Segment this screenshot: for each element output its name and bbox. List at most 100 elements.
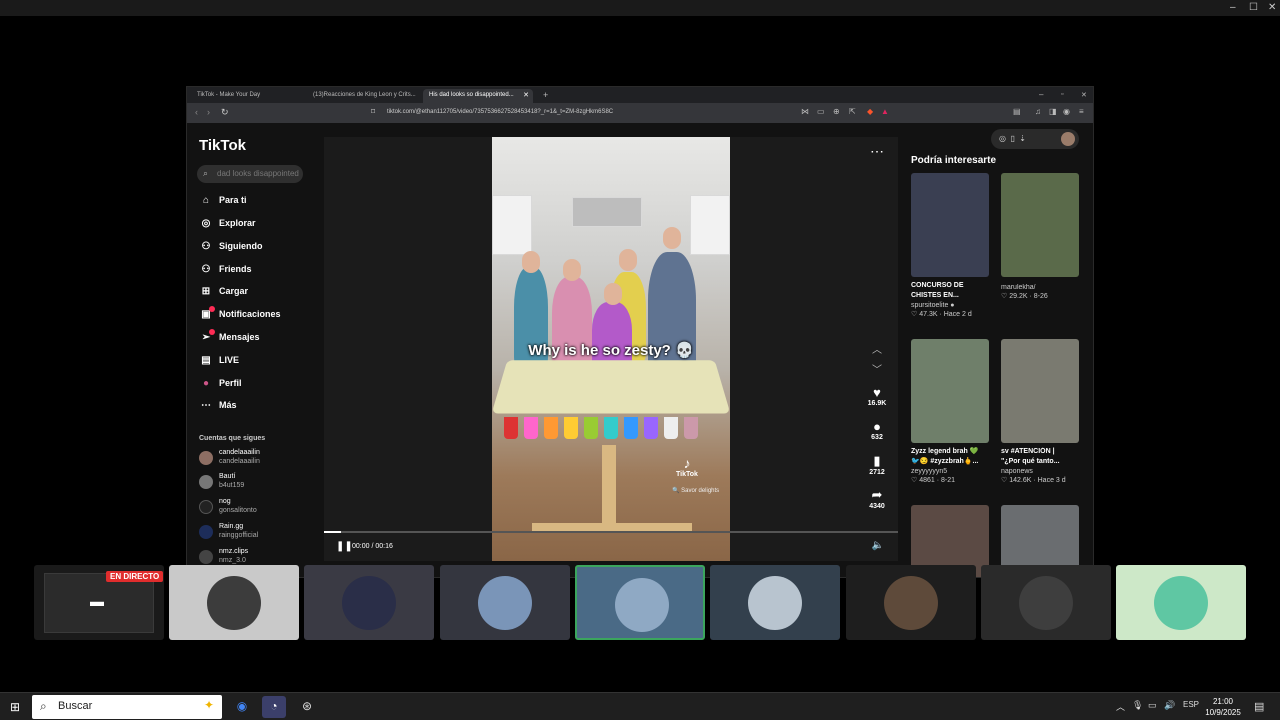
pause-icon[interactable]: ❚❚ — [336, 541, 353, 552]
sidebar-toggle-icon[interactable]: ▤ — [1013, 107, 1021, 116]
video-player[interactable]: Why is he so zesty? 💀 ♪ TikTok 🔍 Savor de… — [324, 137, 898, 561]
browser-minimize-icon[interactable]: – — [1033, 89, 1049, 103]
share-page-icon[interactable]: ⇱ — [849, 107, 856, 116]
brave-shield-icon[interactable]: ◆ — [867, 107, 873, 116]
participant-tile[interactable] — [169, 565, 299, 640]
participant-avatar — [342, 576, 396, 630]
nav-live[interactable]: ▤ LIVE — [199, 355, 239, 371]
wallet-icon[interactable]: ◉ — [1063, 107, 1070, 116]
participant-tile-speaking[interactable] — [575, 565, 705, 640]
person-head — [563, 259, 581, 281]
recommendations-panel: ◎ ▯ ⇣ Podría interesarte CONCURSO DE CHI… — [907, 123, 1093, 577]
rewards-icon[interactable]: ▲ — [881, 107, 889, 116]
participant-tile[interactable] — [440, 565, 570, 640]
next-video-icon[interactable]: ﹀ — [872, 361, 882, 376]
coins-icon[interactable]: ◎ — [999, 134, 1006, 143]
download-icon[interactable]: ⇣ — [1019, 134, 1026, 143]
extension-icon[interactable]: ⋈ — [801, 107, 809, 116]
home-icon: ⌂ — [202, 195, 210, 206]
forward-icon[interactable]: › — [207, 107, 210, 117]
heart-icon: ♥ — [873, 385, 881, 400]
previous-video-icon[interactable]: ︿ — [872, 341, 882, 356]
stream-preview-tile[interactable]: ▬ EN DIRECTO — [34, 565, 164, 640]
menu-icon[interactable]: ≡ — [1079, 107, 1084, 116]
nav-notificaciones[interactable]: ▣ Notificaciones — [199, 306, 281, 325]
participant-tile[interactable] — [981, 565, 1111, 640]
share-icon: ➦ — [871, 487, 883, 502]
browser-close-icon[interactable]: ✕ — [1075, 89, 1093, 103]
share-action[interactable]: ➦ 4340 — [866, 487, 888, 510]
bookmark-page-icon[interactable]: ⌑ — [371, 107, 375, 116]
user-avatar[interactable] — [1061, 132, 1075, 146]
language-indicator[interactable]: ESP — [1183, 700, 1199, 709]
discord-icon[interactable]: ◔ — [262, 696, 286, 718]
participant-tile[interactable] — [710, 565, 840, 640]
participant-tile[interactable] — [846, 565, 976, 640]
avatar — [199, 500, 213, 514]
rec-card[interactable]: Zyzz legend brah 💚 🐦😏 #zyzzbrah🖕... zeyy… — [911, 339, 991, 486]
microphone-icon[interactable]: 🎙 — [1132, 700, 1143, 711]
nav-mensajes[interactable]: ➢ Mensajes — [199, 329, 260, 348]
app-icon[interactable]: ⊛ — [295, 696, 319, 718]
browser-restore-icon[interactable]: ▫ — [1055, 89, 1069, 103]
rec-card[interactable]: marulekha/ ♡ 29.2K · 8-26 — [1001, 173, 1081, 302]
participant-tile[interactable] — [304, 565, 434, 640]
browser-tab-2[interactable]: (13)Reacciones de King Leon y Crits... — [307, 89, 419, 103]
rec-author: naponews — [1001, 468, 1033, 475]
cast-icon[interactable]: ▭ — [817, 107, 825, 116]
compass-icon: ◎ — [201, 218, 211, 229]
like-action[interactable]: ♥ 16.9K — [866, 385, 888, 407]
browser-tab-1[interactable]: TikTok - Make Your Day — [191, 89, 303, 103]
rec-thumbnail[interactable] — [1001, 173, 1079, 277]
participant-tile[interactable] — [1116, 565, 1246, 640]
volume-icon[interactable]: 🔈 — [872, 540, 884, 551]
nav-label: Notificaciones — [219, 309, 281, 319]
rec-thumbnail[interactable] — [911, 173, 989, 277]
comment-action[interactable]: ● 632 — [866, 419, 888, 441]
nav-para-ti[interactable]: ⌂ Para ti — [199, 195, 247, 211]
new-tab-icon[interactable]: + — [537, 89, 554, 103]
account-name: Rain.gg — [219, 523, 244, 530]
media-icon[interactable]: ♫ — [1035, 107, 1041, 116]
zoom-icon[interactable]: ⊕ — [833, 107, 840, 116]
nav-perfil[interactable]: ● Perfil — [199, 378, 242, 394]
progress-fill — [324, 531, 342, 533]
nav-cargar[interactable]: ⊞ Cargar — [199, 286, 248, 302]
close-button[interactable]: ✕ — [1268, 2, 1276, 13]
bookmark-action[interactable]: ▮ 2712 — [866, 453, 888, 476]
minimize-button[interactable]: – — [1230, 2, 1236, 13]
taskbar-clock[interactable]: 21:00 10/9/2025 — [1200, 696, 1246, 718]
nav-friends[interactable]: ⚇ Friends — [199, 264, 252, 280]
search-input[interactable]: ⌕ dad looks disappointed — [197, 165, 303, 183]
cups-row — [504, 417, 718, 443]
rec-card[interactable]: CONCURSO DE CHISTES EN... spursitoelite … — [911, 173, 991, 320]
notifications-icon[interactable]: ▤ — [1254, 700, 1264, 713]
maximize-button[interactable]: ☐ — [1249, 2, 1258, 13]
close-tab-icon[interactable]: ✕ — [523, 91, 529, 99]
taskbar-search[interactable]: ⌕ Buscar ✦ — [32, 695, 222, 719]
chrome-icon[interactable]: ◉ — [230, 696, 254, 718]
rec-card[interactable]: sv #ATENCIÓN | "¿Por qué tanto... napone… — [1001, 339, 1081, 486]
volume-tray-icon[interactable]: 🔊 — [1164, 700, 1175, 711]
device-icon[interactable]: ▯ — [1010, 134, 1014, 143]
nav-mas[interactable]: ⋯ Más — [199, 400, 237, 416]
url-field[interactable]: tiktok.com/@ethan112705/video/7357536627… — [387, 107, 787, 119]
nav-siguiendo[interactable]: ⚇ Siguiendo — [199, 241, 263, 257]
participant-avatar — [1019, 576, 1073, 630]
reload-icon[interactable]: ↻ — [221, 107, 229, 118]
windows-start-icon[interactable]: ⊞ — [10, 700, 20, 714]
tray-overflow-icon[interactable]: ︿ — [1116, 700, 1125, 713]
browser-tab-3[interactable]: His dad looks so disappointed... ✕ — [423, 89, 533, 103]
progress-bar[interactable] — [324, 531, 898, 533]
network-icon[interactable]: ▭ — [1148, 700, 1157, 711]
video-frame[interactable]: Why is he so zesty? 💀 ♪ TikTok 🔍 Savor de… — [492, 137, 730, 561]
more-options-icon[interactable]: ⋯ — [870, 143, 884, 160]
nav-explorar[interactable]: ◎ Explorar — [199, 218, 256, 234]
tiktok-logo[interactable]: TikTok — [199, 137, 246, 154]
reading-list-icon[interactable]: ◨ — [1049, 107, 1057, 116]
rec-title: sv #ATENCIÓN | — [1001, 448, 1055, 455]
rec-thumbnail[interactable] — [911, 339, 989, 443]
nav-label: LIVE — [219, 355, 240, 365]
rec-thumbnail[interactable] — [1001, 339, 1079, 443]
back-icon[interactable]: ‹ — [195, 107, 198, 117]
